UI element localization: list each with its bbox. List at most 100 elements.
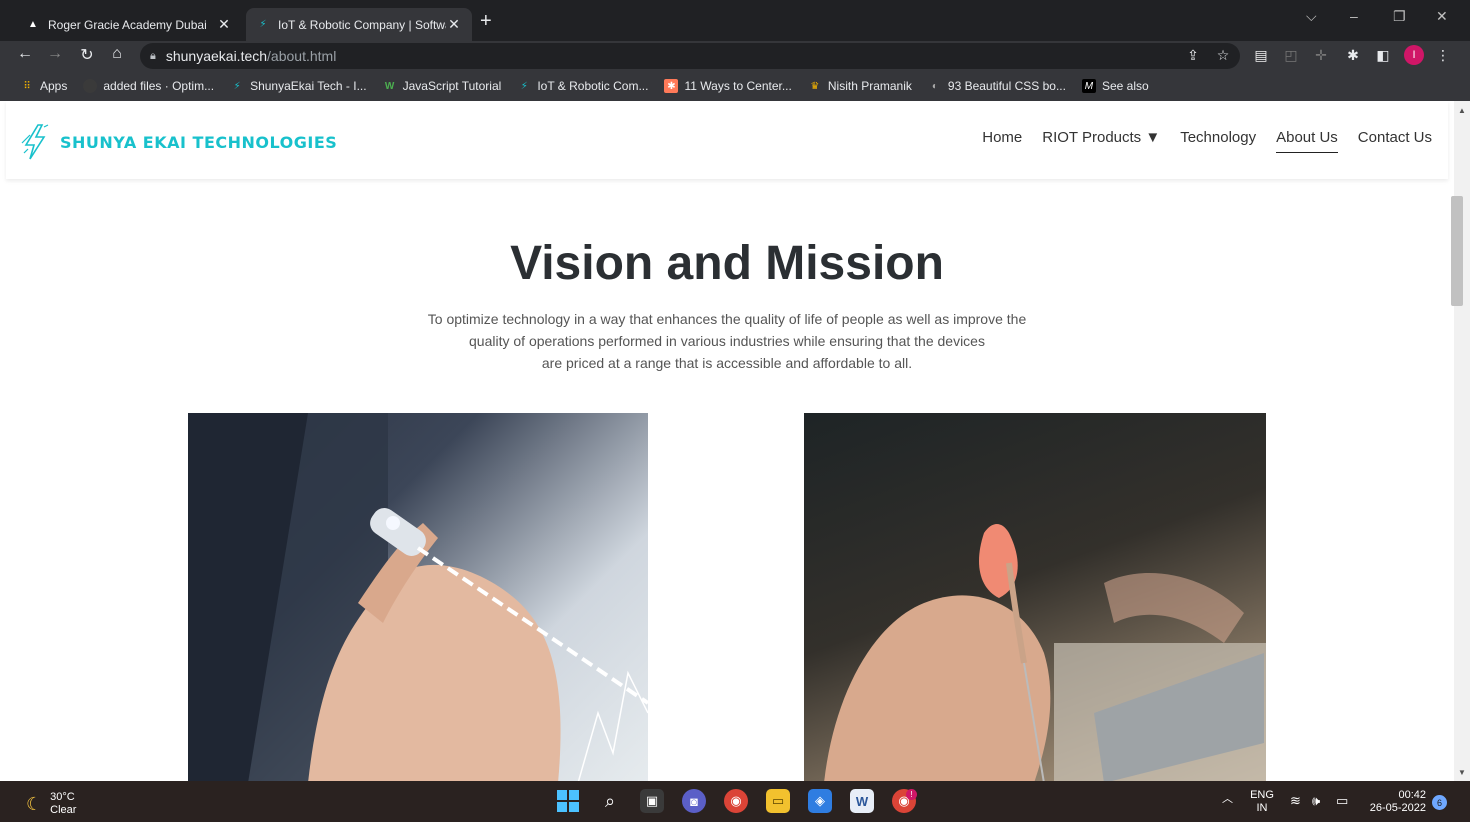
task-view-icon[interactable]: ▣ bbox=[640, 789, 664, 813]
file-explorer-icon[interactable]: ▭ bbox=[766, 789, 790, 813]
bookmark-iot-robotic[interactable]: ⚡ IoT & Robotic Com... bbox=[517, 79, 649, 93]
nav-contact-us[interactable]: Contact Us bbox=[1358, 129, 1432, 153]
clock-time: 00:42 bbox=[1398, 789, 1426, 801]
app-store-icon[interactable]: ◈ bbox=[808, 789, 832, 813]
bookmark-label: 11 Ways to Center... bbox=[684, 79, 792, 93]
bookmark-star-icon[interactable]: ☆ bbox=[1214, 47, 1232, 64]
bookmark-label: JavaScript Tutorial bbox=[402, 79, 502, 93]
profile-avatar[interactable]: I bbox=[1404, 45, 1424, 65]
back-arrow-icon[interactable]: ← bbox=[14, 45, 36, 63]
url-path: /about.html bbox=[267, 48, 337, 64]
css-site-icon: ◐ bbox=[931, 80, 938, 92]
weather-temp: 30°C bbox=[50, 791, 75, 803]
nav-home[interactable]: Home bbox=[982, 129, 1022, 153]
bookmark-nisith-pramanik[interactable]: ♛ Nisith Pramanik bbox=[808, 79, 912, 93]
windows-start-icon[interactable] bbox=[556, 789, 580, 813]
shunya-favicon-icon: ⚡ bbox=[259, 19, 267, 30]
bookmark-label: added files · Optim... bbox=[103, 79, 215, 93]
tab-roger-gracie[interactable]: ▲ Roger Gracie Academy Dubai ✕ bbox=[16, 8, 242, 41]
bookmark-css-borders[interactable]: ◐ 93 Beautiful CSS bo... bbox=[928, 79, 1066, 93]
apps-grid-icon: ⠿ bbox=[23, 80, 31, 92]
word-icon[interactable]: W bbox=[850, 789, 874, 813]
bookmark-see-also[interactable]: M See also bbox=[1081, 79, 1149, 93]
bookmark-label: See also bbox=[1101, 79, 1149, 93]
page-viewport: SHUNYA EKAI TECHNOLOGIES Home RIOT Produ… bbox=[0, 101, 1454, 781]
bookmark-11-ways[interactable]: ✱ 11 Ways to Center... bbox=[664, 79, 792, 93]
new-tab-button[interactable]: + bbox=[480, 10, 492, 33]
teams-chat-icon[interactable]: ◙ bbox=[682, 789, 706, 813]
mission-line: are priced at a range that is accessible… bbox=[541, 355, 913, 371]
mdn-icon: M bbox=[1081, 79, 1096, 93]
nav-riot-products[interactable]: RIOT Products ▼ bbox=[1042, 129, 1160, 153]
notification-badge[interactable]: 6 bbox=[1432, 795, 1447, 810]
site-logo[interactable]: SHUNYA EKAI TECHNOLOGIES bbox=[20, 123, 337, 161]
tab-title: IoT & Robotic Company | Softwa bbox=[278, 17, 446, 32]
vision-image bbox=[188, 413, 648, 781]
battery-icon[interactable]: ▭ bbox=[1336, 794, 1348, 807]
forward-arrow-icon[interactable]: → bbox=[44, 45, 66, 63]
mission-statement: To optimize technology in a way that enh… bbox=[377, 308, 1077, 374]
close-tab-icon[interactable]: ✕ bbox=[446, 16, 462, 33]
lang-code: ENG bbox=[1250, 789, 1274, 801]
moon-icon: ☾ bbox=[26, 793, 43, 814]
maximize-button[interactable]: ❐ bbox=[1393, 8, 1406, 25]
extensions-puzzle-icon[interactable]: ✱ bbox=[1344, 47, 1362, 64]
browser-toolbar: ← → ↻ ⌂ 🔒︎ shunyaekai.tech/about.html ⇪ … bbox=[0, 41, 1470, 71]
nav-about-us[interactable]: About Us bbox=[1276, 129, 1338, 153]
extension-grid-icon[interactable]: ◰ bbox=[1282, 47, 1300, 64]
roger-gracie-favicon-icon: ▲ bbox=[28, 19, 38, 30]
w3schools-icon: W bbox=[384, 80, 395, 92]
home-icon[interactable]: ⌂ bbox=[106, 45, 128, 63]
clock[interactable]: 00:42 26-05-2022 bbox=[1360, 789, 1426, 815]
github-icon bbox=[83, 79, 98, 93]
tab-iot-robotic[interactable]: ⚡ IoT & Robotic Company | Softwa ✕ bbox=[246, 8, 472, 41]
bookmark-label: Apps bbox=[40, 79, 68, 93]
site-header: SHUNYA EKAI TECHNOLOGIES Home RIOT Produ… bbox=[6, 101, 1448, 179]
tray-chevron-icon[interactable]: ︿ bbox=[1222, 793, 1233, 806]
address-bar[interactable]: 🔒︎ shunyaekai.tech/about.html bbox=[140, 43, 1240, 69]
chrome-badge: ! bbox=[906, 789, 917, 800]
bookmark-shunyaekai[interactable]: ⚡ ShunyaEkai Tech - I... bbox=[230, 79, 367, 93]
brand-name: SHUNYA EKAI TECHNOLOGIES bbox=[60, 132, 338, 152]
language-indicator[interactable]: ENG IN bbox=[1248, 789, 1276, 815]
url-host: shunyaekai.tech bbox=[165, 48, 268, 64]
bookmark-label: Nisith Pramanik bbox=[827, 79, 912, 93]
bookmark-label: ShunyaEkai Tech - I... bbox=[250, 79, 367, 93]
nav-technology[interactable]: Technology bbox=[1180, 129, 1256, 153]
mission-line: quality of operations performed in vario… bbox=[469, 333, 985, 349]
chrome-dev-icon[interactable]: ◉ bbox=[724, 789, 748, 813]
bookmark-apps[interactable]: ⠿ Apps bbox=[20, 79, 67, 93]
menu-kebab-icon[interactable]: ⋮ bbox=[1434, 47, 1452, 64]
bookmark-added-files[interactable]: added files · Optim... bbox=[83, 79, 214, 93]
reload-icon[interactable]: ↻ bbox=[76, 45, 98, 65]
lock-icon: 🔒︎ bbox=[150, 49, 156, 62]
weather-widget[interactable]: ☾ 30°C Clear bbox=[26, 791, 76, 817]
bookmark-label: IoT & Robotic Com... bbox=[537, 79, 649, 93]
volume-icon[interactable]: 🕪︎ bbox=[1312, 794, 1320, 807]
windows-taskbar: ☾ 30°C Clear ⌕ ▣ ◙ ◉ ▭ ◈ W ◉ ! ︿ ENG IN … bbox=[0, 781, 1470, 822]
close-tab-icon[interactable]: ✕ bbox=[216, 16, 232, 33]
scroll-up-arrow-icon[interactable]: ▲ bbox=[1458, 106, 1466, 115]
bookmark-javascript-tutorial[interactable]: W JavaScript Tutorial bbox=[383, 79, 502, 93]
bookmark-label: 93 Beautiful CSS bo... bbox=[947, 79, 1066, 93]
vision-illustration bbox=[188, 413, 648, 781]
side-panel-icon[interactable]: ◧ bbox=[1374, 47, 1392, 64]
search-icon[interactable]: ⌕ bbox=[598, 789, 622, 813]
extension-notes-icon[interactable]: ▤ bbox=[1252, 47, 1270, 64]
scroll-down-arrow-icon[interactable]: ▼ bbox=[1458, 768, 1466, 777]
clock-date: 26-05-2022 bbox=[1369, 802, 1426, 814]
minimize-button[interactable]: – bbox=[1350, 8, 1358, 24]
tab-strip: ▲ Roger Gracie Academy Dubai ✕ ⚡ IoT & R… bbox=[0, 0, 1470, 41]
wifi-icon[interactable]: ≋ bbox=[1290, 794, 1301, 807]
close-window-button[interactable]: ✕ bbox=[1436, 8, 1448, 25]
tab-search-icon[interactable]: ⌵ bbox=[1306, 8, 1317, 25]
extension-move-icon[interactable]: ✛ bbox=[1312, 47, 1330, 64]
scrollbar-thumb[interactable] bbox=[1451, 196, 1463, 306]
mission-illustration bbox=[824, 524, 1266, 781]
shunya-favicon-icon: ⚡ bbox=[233, 80, 241, 92]
share-icon[interactable]: ⇪ bbox=[1184, 47, 1202, 64]
hubspot-icon: ✱ bbox=[664, 79, 679, 93]
lightning-logo-icon bbox=[21, 124, 49, 160]
page-title: Vision and Mission bbox=[510, 237, 944, 290]
bookmarks-bar: ⠿ Apps added files · Optim... ⚡ ShunyaEk… bbox=[0, 71, 1470, 101]
